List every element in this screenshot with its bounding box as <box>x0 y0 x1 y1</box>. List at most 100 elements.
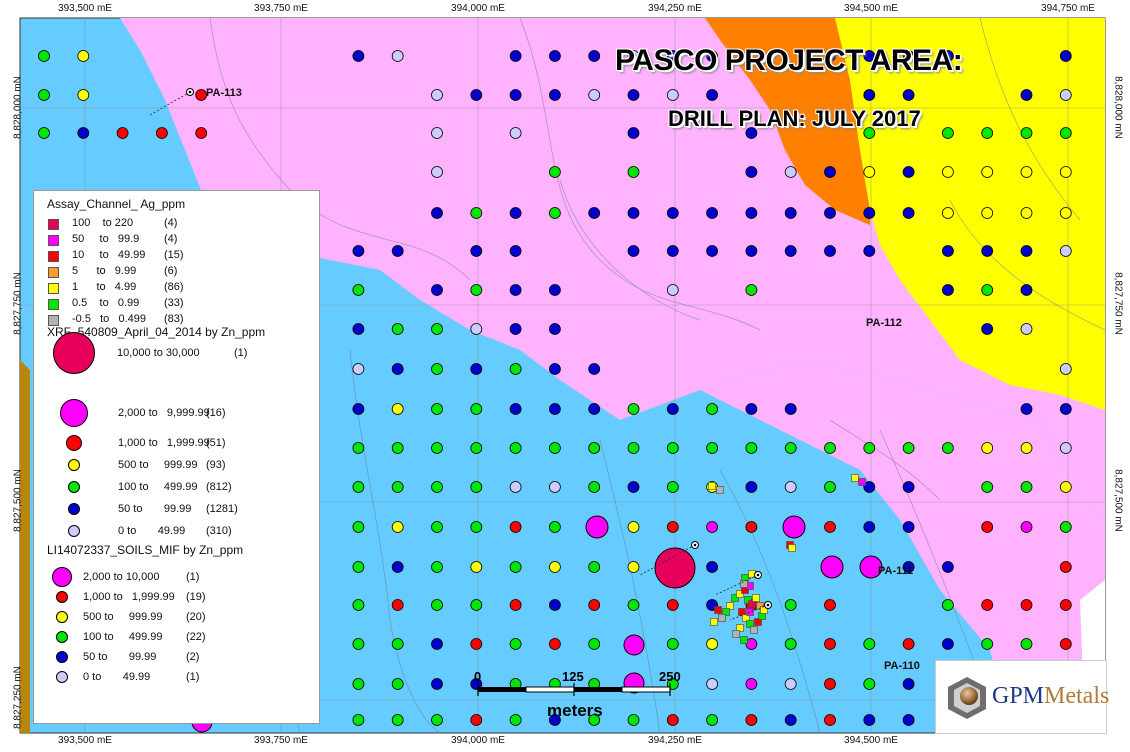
soil-sample-dot <box>549 323 561 335</box>
soil-sample-dot <box>784 599 797 611</box>
drill-collar-center <box>766 603 770 607</box>
soil-sample-dot <box>588 89 601 101</box>
soil-sample-dot <box>431 481 443 493</box>
soil-sample-dot <box>942 561 954 573</box>
soil-sample-dot <box>981 638 994 650</box>
soil-sample-dot <box>431 599 443 611</box>
legend-count: (51) <box>206 437 226 449</box>
soil-sample-dot <box>627 403 640 415</box>
soil-sample-dot <box>431 207 443 219</box>
soil-sample-dot <box>666 89 679 101</box>
legend-count: (4) <box>164 217 178 229</box>
channel-assay-square <box>858 478 866 486</box>
soil-sample-dot <box>981 521 994 533</box>
soil-sample-dot <box>706 561 718 573</box>
soil-sample-dot <box>1059 207 1072 219</box>
soil-sample-dot <box>549 89 561 101</box>
soil-sample-dot <box>391 638 404 650</box>
soil-sample-dot <box>745 403 758 415</box>
soil-sample-dot <box>588 207 601 219</box>
channel-assay-square <box>714 606 722 614</box>
easting-label: 393,500 mE <box>58 735 112 746</box>
soil-sample-dot <box>942 442 954 454</box>
xrf-anomaly-circle <box>782 515 806 539</box>
legend-circle-symbol <box>68 481 80 493</box>
soil-sample-dot <box>1059 89 1072 101</box>
soil-sample-dot <box>1020 127 1033 139</box>
soil-sample-dot <box>666 638 679 650</box>
soil-sample-dot <box>902 207 915 219</box>
legend-range: 1,000 to 1,999.99 <box>118 437 210 449</box>
soil-sample-dot <box>863 245 876 257</box>
legend-count: (15) <box>164 249 184 261</box>
soil-sample-dot <box>824 714 836 726</box>
easting-label: 393,500 mE <box>58 3 112 14</box>
soil-sample-dot <box>1020 89 1033 101</box>
soil-sample-dot <box>824 521 836 533</box>
channel-assay-square <box>740 580 748 588</box>
soil-sample-dot <box>627 245 640 257</box>
channel-assay-square <box>750 626 758 634</box>
legend-count: (1) <box>234 347 248 359</box>
soil-sample-dot <box>1020 207 1033 219</box>
northing-label: 8,827,750 mN <box>12 272 24 335</box>
legend-count: (6) <box>164 265 178 277</box>
soil-sample-dot <box>627 521 640 533</box>
soil-sample-dot <box>1059 599 1072 611</box>
soil-sample-dot <box>1059 50 1072 62</box>
legend-range: 500 to 999.99 <box>118 459 198 471</box>
soil-sample-dot <box>1059 403 1072 415</box>
soil-sample-dot <box>902 678 915 690</box>
legend-count: (310) <box>206 525 232 537</box>
northing-label: 8,827,500 mN <box>1112 469 1124 532</box>
soil-sample-dot <box>352 50 365 62</box>
soil-sample-dot <box>902 89 915 101</box>
legend-square-symbol <box>48 283 59 294</box>
soil-sample-dot <box>824 166 836 178</box>
soil-sample-dot <box>470 638 483 650</box>
legend-count: (93) <box>206 459 226 471</box>
channel-assay-square <box>718 614 726 622</box>
soil-sample-dot <box>509 599 522 611</box>
soil-sample-dot <box>470 323 483 335</box>
drill-hole-label: PA-111 <box>878 565 914 577</box>
xrf-anomaly-circle <box>820 555 844 579</box>
easting-label: 394,500 mE <box>844 735 898 746</box>
legend-circle-symbol <box>60 399 88 427</box>
soil-sample-dot <box>1020 638 1033 650</box>
soil-sample-dot <box>391 50 404 62</box>
xrf-anomaly-circle <box>654 547 696 589</box>
soil-sample-dot <box>1059 245 1072 257</box>
soil-sample-dot <box>470 714 483 726</box>
soil-sample-dot <box>549 481 561 493</box>
soil-sample-dot <box>549 561 561 573</box>
legend-circle-symbol <box>56 591 68 603</box>
soil-sample-dot <box>706 521 718 533</box>
soil-sample-dot <box>431 89 443 101</box>
soil-sample-dot <box>1059 481 1072 493</box>
map-title: PASCO PROJECT AREA: <box>615 44 963 77</box>
soil-sample-dot <box>509 50 522 62</box>
soil-sample-dot <box>942 245 954 257</box>
soil-sample-dot <box>588 403 601 415</box>
soil-sample-dot <box>431 678 443 690</box>
soil-sample-dot <box>706 678 718 690</box>
soil-sample-dot <box>588 50 601 62</box>
soil-sample-dot <box>666 245 679 257</box>
soil-sample-dot <box>1059 166 1072 178</box>
legend-count: (16) <box>206 407 226 419</box>
legend-range: 0 to 49.99 <box>118 525 186 537</box>
soil-sample-dot <box>509 714 522 726</box>
soil-sample-dot <box>784 678 797 690</box>
soil-sample-dot <box>588 638 601 650</box>
soil-sample-dot <box>391 714 404 726</box>
soil-sample-dot <box>549 50 561 62</box>
soil-sample-dot <box>470 442 483 454</box>
legend-range: 100 to 499.99 <box>118 481 198 493</box>
soil-sample-dot <box>745 284 758 296</box>
legend-circle-symbol <box>53 332 95 374</box>
soil-sample-dot <box>470 207 483 219</box>
soil-sample-dot <box>549 363 561 375</box>
soil-sample-dot <box>1020 403 1033 415</box>
soil-sample-dot <box>38 127 50 139</box>
